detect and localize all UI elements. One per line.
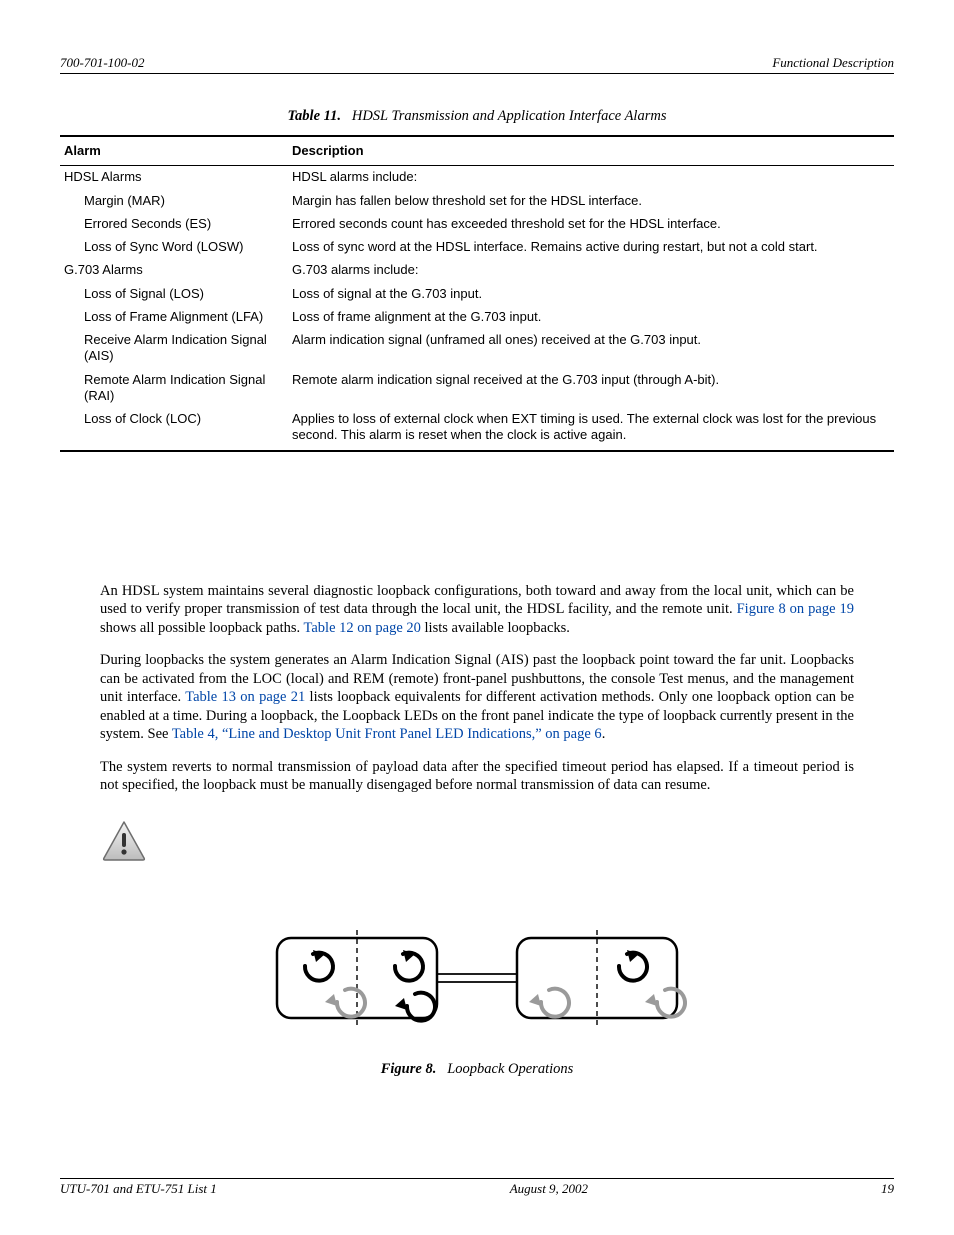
figure-caption-title: Loopback Operations	[447, 1061, 573, 1077]
description-cell: Errored seconds count has exceeded thres…	[288, 213, 894, 236]
running-header: 700-701-100-02 Functional Description	[60, 55, 894, 74]
alarm-table: Alarm Description HDSL AlarmsHDSL alarms…	[60, 135, 894, 452]
alarm-cell: HDSL Alarms	[60, 166, 288, 190]
description-cell: Margin has fallen below threshold set fo…	[288, 190, 894, 213]
table-row: G.703 AlarmsG.703 alarms include:	[60, 259, 894, 282]
xref-figure-8[interactable]: Figure 8 on page 19	[737, 601, 854, 617]
alarm-cell: Errored Seconds (ES)	[60, 213, 288, 236]
figure-caption-label: Figure 8.	[381, 1061, 437, 1077]
header-doc-number: 700-701-100-02	[60, 55, 145, 71]
figure-loopback	[60, 918, 894, 1043]
paragraph-3: The system reverts to normal transmissio…	[100, 758, 854, 795]
caution-icon	[100, 819, 894, 868]
table-row: Loss of Frame Alignment (LFA)Loss of fra…	[60, 306, 894, 329]
description-cell: Loss of signal at the G.703 input.	[288, 283, 894, 306]
alarm-cell: G.703 Alarms	[60, 259, 288, 282]
alarm-cell: Remote Alarm Indication Signal (RAI)	[60, 369, 288, 409]
description-cell: Loss of sync word at the HDSL interface.…	[288, 236, 894, 259]
description-cell: Alarm indication signal (unframed all on…	[288, 329, 894, 369]
xref-table-13[interactable]: Table 13 on page 21	[185, 689, 305, 705]
body-text: An HDSL system maintains several diagnos…	[100, 582, 854, 795]
footer-center: August 9, 2002	[510, 1181, 588, 1197]
header-section-title: Functional Description	[772, 55, 894, 71]
footer-page-number: 19	[881, 1181, 894, 1197]
table-row: Margin (MAR)Margin has fallen below thre…	[60, 190, 894, 213]
table-row: Errored Seconds (ES)Errored seconds coun…	[60, 213, 894, 236]
table-row: Remote Alarm Indication Signal (RAI)Remo…	[60, 369, 894, 409]
alarm-cell: Receive Alarm Indication Signal (AIS)	[60, 329, 288, 369]
table-header-description: Description	[288, 136, 894, 166]
alarm-cell: Margin (MAR)	[60, 190, 288, 213]
xref-table-12[interactable]: Table 12 on page 20	[304, 620, 421, 636]
footer-left: UTU-701 and ETU-751 List 1	[60, 1181, 217, 1197]
table-row: Loss of Signal (LOS)Loss of signal at th…	[60, 283, 894, 306]
figure-caption: Figure 8. Loopback Operations	[60, 1061, 894, 1078]
alarm-cell: Loss of Frame Alignment (LFA)	[60, 306, 288, 329]
paragraph-2: During loopbacks the system generates an…	[100, 651, 854, 744]
alarm-cell: Loss of Signal (LOS)	[60, 283, 288, 306]
table-row: HDSL AlarmsHDSL alarms include:	[60, 166, 894, 190]
table-caption: Table 11. HDSL Transmission and Applicat…	[60, 108, 894, 125]
description-cell: Remote alarm indication signal received …	[288, 369, 894, 409]
running-footer: UTU-701 and ETU-751 List 1 August 9, 200…	[60, 1178, 894, 1197]
description-cell: G.703 alarms include:	[288, 259, 894, 282]
description-cell: HDSL alarms include:	[288, 166, 894, 190]
table-caption-label: Table 11.	[288, 108, 341, 124]
description-cell: Loss of frame alignment at the G.703 inp…	[288, 306, 894, 329]
table-header-alarm: Alarm	[60, 136, 288, 166]
table-row: Loss of Sync Word (LOSW)Loss of sync wor…	[60, 236, 894, 259]
description-cell: Applies to loss of external clock when E…	[288, 408, 894, 451]
table-row: Loss of Clock (LOC)Applies to loss of ex…	[60, 408, 894, 451]
paragraph-1: An HDSL system maintains several diagnos…	[100, 582, 854, 638]
xref-table-4[interactable]: Table 4, “Line and Desktop Unit Front Pa…	[172, 726, 602, 742]
table-row: Receive Alarm Indication Signal (AIS)Ala…	[60, 329, 894, 369]
table-caption-title: HDSL Transmission and Application Interf…	[352, 108, 667, 124]
alarm-cell: Loss of Sync Word (LOSW)	[60, 236, 288, 259]
alarm-cell: Loss of Clock (LOC)	[60, 408, 288, 451]
